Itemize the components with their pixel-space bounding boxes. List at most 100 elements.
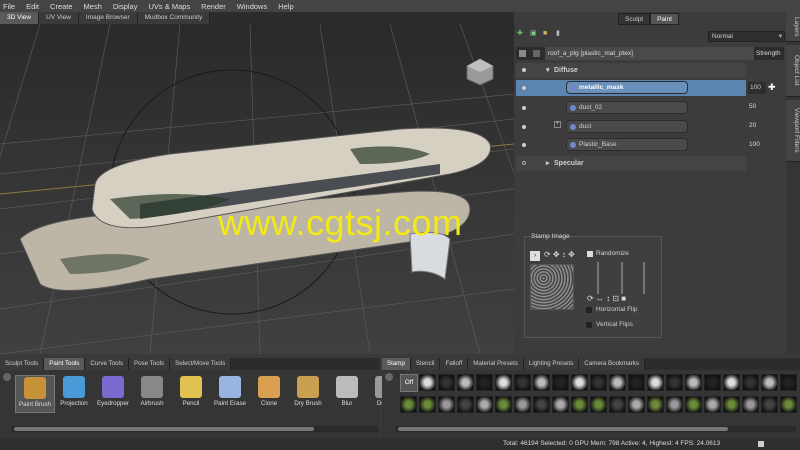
menu-windows[interactable]: Windows (237, 2, 267, 11)
stamp-thumbnail[interactable] (628, 396, 645, 413)
side-tab-layers[interactable]: Layers (786, 12, 800, 42)
stamp-thumbnail[interactable] (742, 396, 759, 413)
stamp-thumbnail[interactable] (552, 374, 569, 391)
stamp-thumbnail[interactable] (552, 396, 569, 413)
stamp-thumbnail[interactable] (495, 396, 512, 413)
tab-stamp[interactable]: Stamp (382, 358, 411, 370)
randomize-checkbox[interactable] (587, 251, 593, 257)
menu-uvs-maps[interactable]: UVs & Maps (148, 2, 190, 11)
stamp-thumbnail[interactable] (780, 396, 797, 413)
stamp-transform-icons[interactable]: ⟳ ↔ ↕ ⊡ ■ (587, 294, 626, 303)
stamp-thumbnail[interactable] (590, 374, 607, 391)
stamp-thumbnail[interactable] (628, 374, 645, 391)
collapse-icon[interactable]: ▾ (546, 63, 550, 78)
stamp-thumbnail[interactable] (571, 374, 588, 391)
stamp-thumbnail[interactable] (419, 374, 436, 391)
stamp-thumbnail[interactable] (761, 374, 778, 391)
menu-mesh[interactable]: Mesh (84, 2, 102, 11)
import-icon[interactable]: ▣ (530, 30, 538, 38)
stamp-thumbnail[interactable] (704, 396, 721, 413)
tool-scrollbar[interactable] (12, 426, 378, 432)
tool-paint-brush[interactable]: Paint Brush (15, 375, 55, 413)
tab-sculpt-tools[interactable]: Sculpt Tools (0, 358, 45, 370)
tool-clone[interactable]: Clone (249, 375, 289, 413)
group-specular[interactable]: ▸ Specular (516, 156, 746, 171)
slider-track[interactable] (597, 262, 599, 294)
menu-display[interactable]: Display (113, 2, 138, 11)
menu-file[interactable]: File (3, 2, 15, 11)
lock-icon[interactable] (533, 50, 540, 57)
tab-paint[interactable]: Paint (650, 13, 679, 25)
side-tab-viewport-filters[interactable]: Viewport Filters (786, 100, 800, 162)
stamp-thumbnail[interactable] (590, 396, 607, 413)
stamp-thumbnail[interactable] (647, 374, 664, 391)
tab-pose-tools[interactable]: Pose Tools (128, 358, 171, 370)
stamp-thumbnail[interactable] (533, 396, 550, 413)
stamp-scrollbar[interactable] (396, 426, 796, 432)
stamp-thumbnail[interactable] (457, 374, 474, 391)
vflip-checkbox[interactable] (586, 322, 592, 328)
menu-create[interactable]: Create (50, 2, 73, 11)
tab-mudbox-community[interactable]: Mudbox Community (137, 12, 211, 24)
tool-blur[interactable]: Blur (327, 375, 367, 413)
new-layer-icon[interactable]: ✚ (517, 30, 525, 38)
stamp-nav-icon[interactable]: › (530, 251, 540, 261)
layer-metallic-mask[interactable]: metallic_mask (566, 81, 688, 94)
tool-airbrush[interactable]: Airbrush (132, 375, 172, 413)
tab-curve-tools[interactable]: Curve Tools (85, 358, 129, 370)
stamp-thumbnail[interactable] (666, 396, 683, 413)
tool-pencil[interactable]: Pencil (171, 375, 211, 413)
stamp-thumbnail[interactable] (704, 374, 721, 391)
stamp-thumbnail[interactable] (419, 396, 436, 413)
strength-field[interactable]: 100 (748, 82, 766, 94)
stamp-thumbnail[interactable] (495, 374, 512, 391)
stamp-thumbnail[interactable] (457, 396, 474, 413)
tab-lighting-presets[interactable]: Lighting Presets (523, 358, 580, 370)
blend-mode-select[interactable]: Normal (708, 31, 785, 42)
stamp-thumbnail[interactable] (514, 396, 531, 413)
menu-edit[interactable]: Edit (26, 2, 39, 11)
group-diffuse[interactable]: ▾ Diffuse (516, 63, 746, 78)
folder-icon[interactable]: ■ (543, 30, 551, 38)
tab-falloff[interactable]: Falloff (440, 358, 469, 370)
stamp-thumbnail[interactable] (438, 396, 455, 413)
stamp-thumbnail[interactable] (647, 396, 664, 413)
stamp-thumbnail[interactable] (476, 396, 493, 413)
stamp-thumbnail[interactable] (609, 374, 626, 391)
view-cube-icon[interactable] (465, 57, 495, 87)
slider-track[interactable] (621, 262, 623, 294)
tab-material-presets[interactable]: Material Presets (468, 358, 524, 370)
tool-paint-erase[interactable]: Paint Erase (210, 375, 250, 413)
tab-stencil[interactable]: Stencil (410, 358, 441, 370)
tool-dry-brush[interactable]: Dry Brush (288, 375, 328, 413)
expand-icon[interactable]: + (554, 121, 561, 128)
stamp-thumbnail[interactable] (514, 374, 531, 391)
stamp-thumbnail[interactable] (780, 374, 797, 391)
layer-dust-02[interactable]: dust_02 (566, 101, 688, 114)
stamp-thumbnail[interactable] (476, 374, 493, 391)
expand-icon[interactable]: ▸ (546, 156, 550, 171)
stamp-thumbnail[interactable] (723, 374, 740, 391)
stamp-thumbnail[interactable] (438, 374, 455, 391)
menu-render[interactable]: Render (201, 2, 226, 11)
menu-help[interactable]: Help (278, 2, 293, 11)
tab-uv-view[interactable]: UV View (39, 12, 79, 24)
trash-icon[interactable]: ▮ (556, 30, 564, 38)
tab-paint-tools[interactable]: Paint Tools (44, 358, 86, 370)
hflip-checkbox[interactable] (586, 307, 592, 313)
tool-eyedropper[interactable]: Eyedropper (93, 375, 133, 413)
stamp-tools-icons[interactable]: ⟳ ✥ ↕ ✥ (544, 250, 575, 259)
visibility-icon[interactable] (519, 50, 526, 57)
tab-sculpt[interactable]: Sculpt (618, 13, 651, 25)
tab-camera-bookmarks[interactable]: Camera Bookmarks (579, 358, 645, 370)
stamp-thumbnail[interactable] (761, 396, 778, 413)
stamp-off-button[interactable]: Off (400, 374, 418, 392)
pin-icon[interactable]: ✚ (768, 82, 778, 92)
tab-image-browser[interactable]: Image Browser (78, 12, 138, 24)
3d-viewport[interactable] (0, 24, 514, 354)
stamp-thumbnail[interactable] (400, 396, 417, 413)
side-tab-object-list[interactable]: Object List (786, 45, 800, 97)
stamp-thumbnail[interactable] (609, 396, 626, 413)
layer-plastic-base[interactable]: Plastic_Base (566, 138, 688, 151)
stamp-thumbnail[interactable] (742, 374, 759, 391)
